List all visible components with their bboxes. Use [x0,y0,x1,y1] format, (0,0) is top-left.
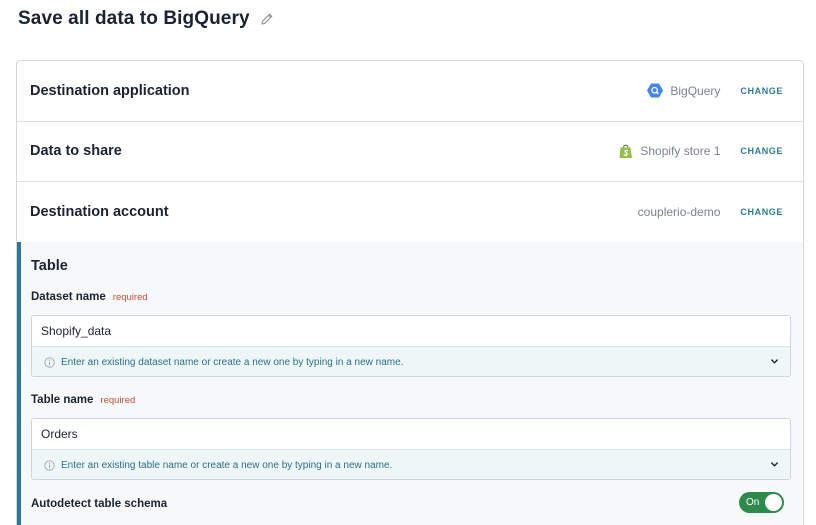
toggle-state-label: On [746,497,760,508]
row-title: Destination application [30,82,190,99]
chevron-down-icon[interactable] [770,460,779,469]
data-to-share-value: Shopify store 1 [640,144,721,159]
shopify-icon [619,143,633,159]
dataset-name-label: Dataset name required [31,291,148,303]
autodetect-schema-toggle[interactable]: On [739,492,784,513]
info-icon [44,356,55,368]
table-name-hint: Enter an existing table name or create a… [61,459,393,471]
chevron-down-icon[interactable] [770,357,779,366]
destination-account-row: Destination account couplerio-demo CHANG… [17,182,803,243]
destination-application-value: BigQuery [670,83,721,98]
table-name-label: Table name required [31,394,136,406]
bigquery-icon [647,83,664,98]
pencil-icon[interactable] [260,12,274,26]
toggle-knob [765,494,782,511]
importer-card: Destination application BigQuery CHANGE … [16,60,804,525]
destination-application-row: Destination application BigQuery CHANGE [17,61,803,122]
row-title: Destination account [30,203,169,220]
info-icon [44,459,55,471]
autodetect-schema-label: Autodetect table schema [31,498,168,510]
change-destination-account-button[interactable]: CHANGE [740,207,783,217]
dataset-name-dropdown[interactable]: Enter an existing dataset name or create… [32,347,790,376]
section-title: Table [31,258,68,274]
required-badge: required [112,292,148,303]
page-header: Save all data to BigQuery [18,6,274,32]
data-to-share-row: Data to share Shopify store 1 CHANGE [17,122,803,182]
change-data-to-share-button[interactable]: CHANGE [740,146,783,156]
table-name-field: Orders Enter an existing table name or c… [31,418,791,480]
dataset-name-input[interactable]: Shopify_data [32,316,790,347]
row-title: Data to share [30,143,122,160]
table-settings-section: Table Dataset name required Shopify_data… [17,242,803,525]
dataset-name-hint: Enter an existing dataset name or create… [61,356,404,368]
destination-account-value: couplerio-demo [637,204,721,219]
change-destination-application-button[interactable]: CHANGE [740,86,783,96]
dataset-name-field: Shopify_data Enter an existing dataset n… [31,315,791,377]
page-title: Save all data to BigQuery [18,8,250,29]
table-name-dropdown[interactable]: Enter an existing table name or create a… [32,450,790,479]
required-badge: required [100,395,136,406]
table-name-input[interactable]: Orders [32,419,790,450]
